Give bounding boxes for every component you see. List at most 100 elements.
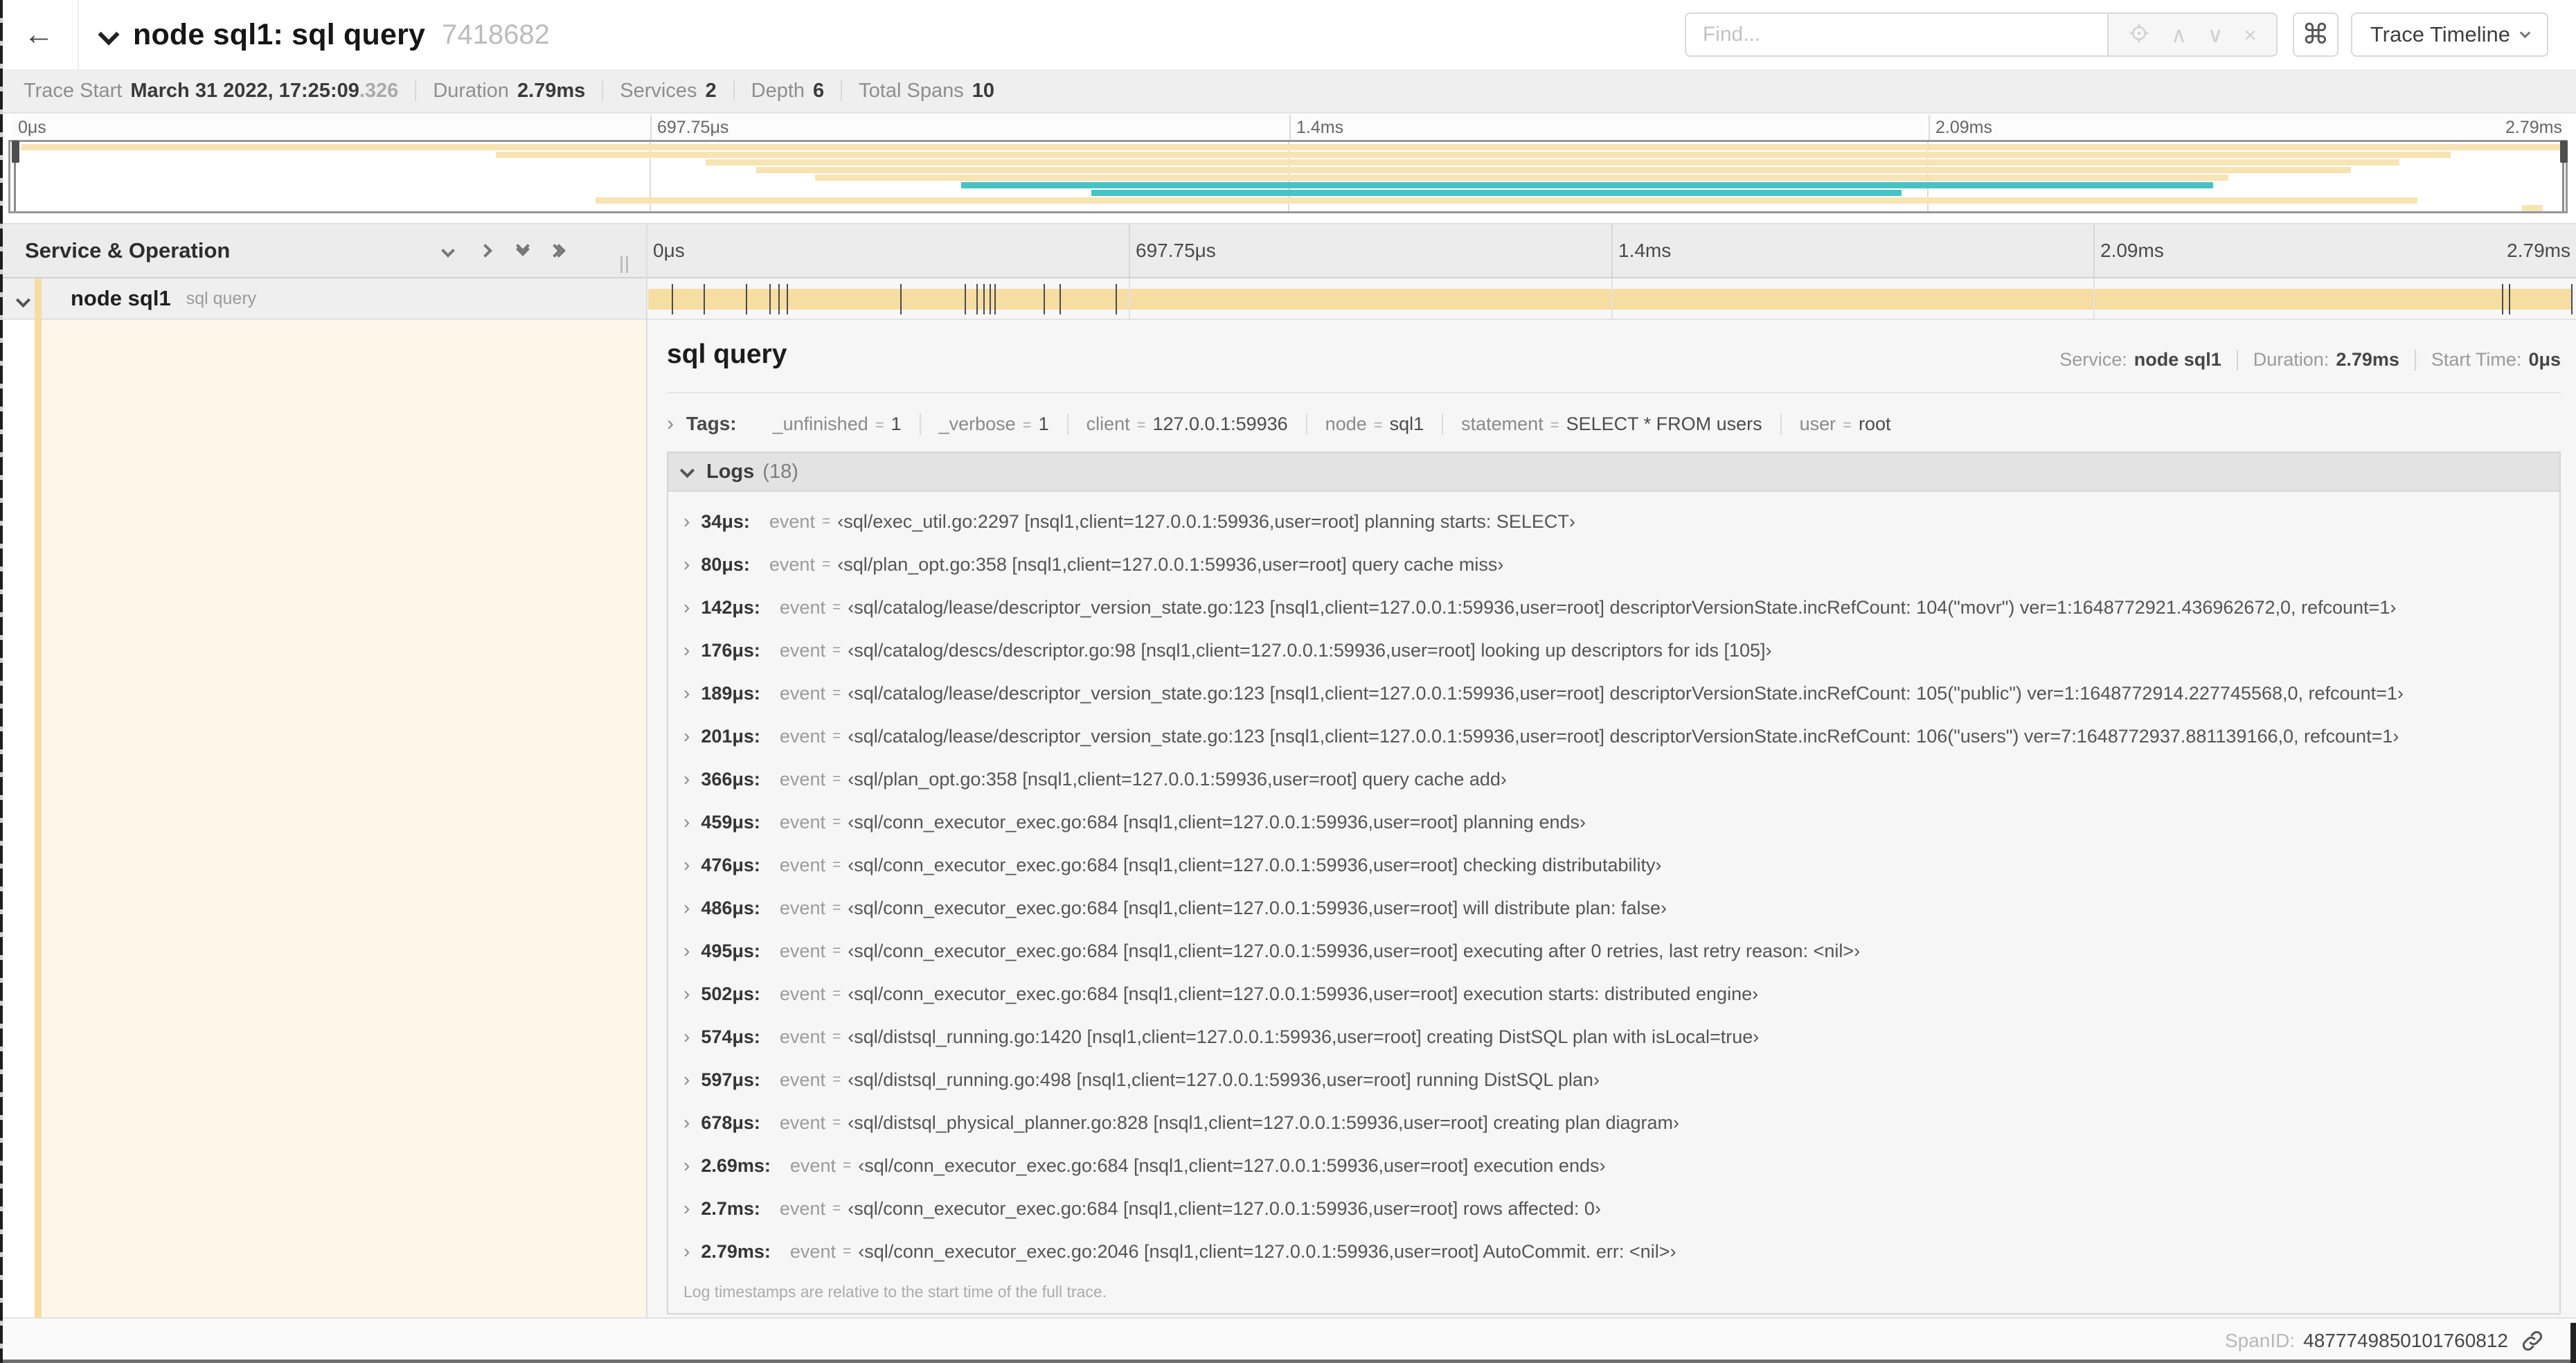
ruler-tick-label: 2.09ms bbox=[2100, 240, 2164, 261]
duration-value: 2.79ms bbox=[517, 79, 586, 102]
collapse-one-icon[interactable] bbox=[441, 244, 455, 258]
logs-footnote: Log timestamps are relative to the start… bbox=[683, 1283, 1107, 1301]
next-match-icon[interactable]: ∨ bbox=[2208, 24, 2224, 46]
find-input[interactable] bbox=[1684, 12, 2107, 57]
log-timestamp: 495μs: bbox=[701, 940, 760, 961]
log-marker-tick[interactable] bbox=[2502, 284, 2503, 314]
log-field-key: event bbox=[779, 983, 825, 1004]
left-scrollbar-edge[interactable] bbox=[0, 0, 3, 1363]
span-duration-bar[interactable] bbox=[648, 289, 2573, 310]
log-marker-tick[interactable] bbox=[1059, 284, 1061, 314]
right-scrubber-handle[interactable] bbox=[2560, 141, 2568, 163]
services-value: 2 bbox=[705, 79, 717, 102]
log-row[interactable]: › 176μs: event = ‹sql/catalog/descs/descript… bbox=[683, 629, 2559, 672]
trace-collapse-chevron-icon[interactable] bbox=[98, 24, 120, 46]
back-arrow-icon[interactable]: ← bbox=[12, 10, 65, 60]
log-marker-tick[interactable] bbox=[900, 284, 902, 314]
detail-divider bbox=[667, 392, 2561, 393]
log-row[interactable]: › 678μs: event = ‹sql/distsql_physical_plann… bbox=[683, 1101, 2559, 1144]
trace-id: 7418682 bbox=[442, 19, 550, 50]
timeline-gridline bbox=[1129, 278, 1130, 319]
log-field-key: event bbox=[779, 854, 825, 875]
log-field-key: event bbox=[779, 940, 825, 961]
minimap-canvas[interactable] bbox=[8, 140, 2568, 213]
log-marker-tick[interactable] bbox=[965, 284, 966, 314]
left-scrubber-handle[interactable] bbox=[12, 141, 19, 163]
log-row[interactable]: › 502μs: event = ‹sql/conn_executor_exec.go:… bbox=[683, 972, 2559, 1015]
log-row[interactable]: › 366μs: event = ‹sql/plan_opt.go:358 [nsql1… bbox=[683, 758, 2559, 801]
log-field-key: event bbox=[789, 1155, 836, 1176]
duration-value: 2.79ms bbox=[2336, 349, 2399, 370]
focus-target-icon[interactable] bbox=[2128, 22, 2150, 48]
log-marker-tick[interactable] bbox=[1044, 284, 1045, 314]
log-timestamp: 459μs: bbox=[701, 811, 760, 832]
log-marker-tick[interactable] bbox=[2571, 284, 2573, 314]
log-marker-tick[interactable] bbox=[976, 284, 978, 314]
logs-header[interactable]: Logs (18) bbox=[668, 453, 2559, 492]
timeline-gridline bbox=[2093, 278, 2095, 319]
clear-find-icon[interactable]: × bbox=[2244, 24, 2257, 46]
log-marker-tick[interactable] bbox=[983, 284, 985, 314]
log-row[interactable]: › 189μs: event = ‹sql/catalog/lease/descript… bbox=[683, 672, 2559, 715]
log-timestamp: 2.7ms: bbox=[701, 1197, 760, 1219]
deep-link-icon[interactable] bbox=[2521, 1329, 2544, 1353]
column-resize-grip[interactable] bbox=[620, 256, 628, 273]
expand-one-icon[interactable] bbox=[478, 244, 492, 258]
log-marker-tick[interactable] bbox=[672, 284, 673, 314]
timeline-header: Service & Operation 0μs 697.75μs 1.4ms 2.09… bbox=[0, 223, 2576, 278]
trace-view-selector[interactable]: Trace Timeline bbox=[2350, 12, 2548, 57]
log-timestamp: 2.79ms: bbox=[701, 1240, 771, 1262]
log-field-value: ‹sql/distsql_physical_planner.go:828 [ns… bbox=[848, 1112, 1680, 1133]
log-row[interactable]: › 2.69ms: event = ‹sql/conn_executor_exec.go… bbox=[683, 1144, 2559, 1187]
chevron-right-icon: › bbox=[683, 940, 690, 961]
chevron-right-icon: › bbox=[683, 510, 690, 532]
log-marker-tick[interactable] bbox=[787, 284, 788, 314]
prev-match-icon[interactable]: ∧ bbox=[2171, 24, 2187, 46]
log-row[interactable]: › 34μs: event = ‹sql/exec_util.go:2297 [nsql… bbox=[683, 500, 2559, 543]
log-marker-tick[interactable] bbox=[769, 284, 771, 314]
chevron-right-icon: › bbox=[683, 639, 690, 661]
log-timestamp: 678μs: bbox=[701, 1112, 760, 1133]
service-label: Service: bbox=[2059, 349, 2127, 370]
span-row-name-cell[interactable]: node sql1 sql query bbox=[0, 278, 646, 320]
ruler-tick-label: 2.79ms bbox=[2507, 240, 2570, 261]
expand-all-icon[interactable] bbox=[548, 244, 566, 258]
log-row[interactable]: › 486μs: event = ‹sql/conn_executor_exec.go:… bbox=[683, 887, 2559, 929]
trace-view-selector-label: Trace Timeline bbox=[2370, 22, 2510, 46]
ruler-tick-label: 1.4ms bbox=[1296, 118, 1344, 137]
log-row[interactable]: › 142μs: event = ‹sql/catalog/lease/descript… bbox=[683, 586, 2559, 629]
span-service-name: node sql1 bbox=[71, 286, 171, 310]
ruler-gridline bbox=[1129, 224, 1130, 277]
log-marker-tick[interactable] bbox=[1116, 284, 1117, 314]
minimap-span bbox=[21, 144, 2566, 150]
log-field-value: ‹sql/catalog/lease/descriptor_version_st… bbox=[848, 725, 2399, 747]
log-row[interactable]: › 476μs: event = ‹sql/conn_executor_exec.go:… bbox=[683, 844, 2559, 887]
keyboard-shortcuts-button[interactable]: ⌘ bbox=[2292, 12, 2338, 57]
collapse-all-icon[interactable] bbox=[516, 239, 530, 256]
log-marker-tick[interactable] bbox=[704, 284, 705, 314]
tags-label: Tags: bbox=[686, 413, 737, 434]
span-row: node sql1 sql query bbox=[0, 278, 2576, 320]
log-row[interactable]: › 495μs: event = ‹sql/conn_executor_exec.go:… bbox=[683, 929, 2559, 972]
log-field-value: ‹sql/plan_opt.go:358 [nsql1,client=127.0… bbox=[837, 553, 1504, 575]
log-row[interactable]: › 201μs: event = ‹sql/catalog/lease/descript… bbox=[683, 715, 2559, 758]
right-scrollbar-thumb[interactable] bbox=[2570, 1323, 2576, 1363]
log-row[interactable]: › 2.7ms: event = ‹sql/conn_executor_exec.go:… bbox=[683, 1187, 2559, 1230]
minimap-span bbox=[961, 182, 2213, 188]
log-marker-tick[interactable] bbox=[2509, 284, 2510, 314]
log-row[interactable]: › 459μs: event = ‹sql/conn_executor_exec.go:… bbox=[683, 801, 2559, 844]
span-collapse-chevron-icon[interactable] bbox=[15, 292, 31, 308]
log-marker-tick[interactable] bbox=[994, 284, 996, 314]
log-field-value: ‹sql/conn_executor_exec.go:684 [nsql1,cl… bbox=[848, 854, 1662, 875]
log-marker-tick[interactable] bbox=[746, 284, 747, 314]
log-row[interactable]: › 574μs: event = ‹sql/distsql_running.go:142… bbox=[683, 1015, 2559, 1058]
minimap-ruler: 0μs 697.75μs 1.4ms 2.09ms 2.79ms bbox=[11, 115, 2568, 140]
log-row[interactable]: › 597μs: event = ‹sql/distsql_running.go:498… bbox=[683, 1058, 2559, 1101]
log-row[interactable]: › 2.79ms: event = ‹sql/conn_executor_exec.go… bbox=[683, 1230, 2559, 1273]
log-timestamp: 486μs: bbox=[701, 897, 760, 918]
log-row[interactable]: › 80μs: event = ‹sql/plan_opt.go:358 [nsql1,… bbox=[683, 543, 2559, 586]
tags-accordion[interactable]: › Tags: _unfinished = 1 _verbose = 1 client = 12… bbox=[667, 404, 2561, 443]
span-row-timeline-cell[interactable] bbox=[646, 278, 2576, 320]
log-marker-tick[interactable] bbox=[990, 284, 991, 314]
log-marker-tick[interactable] bbox=[778, 284, 780, 314]
